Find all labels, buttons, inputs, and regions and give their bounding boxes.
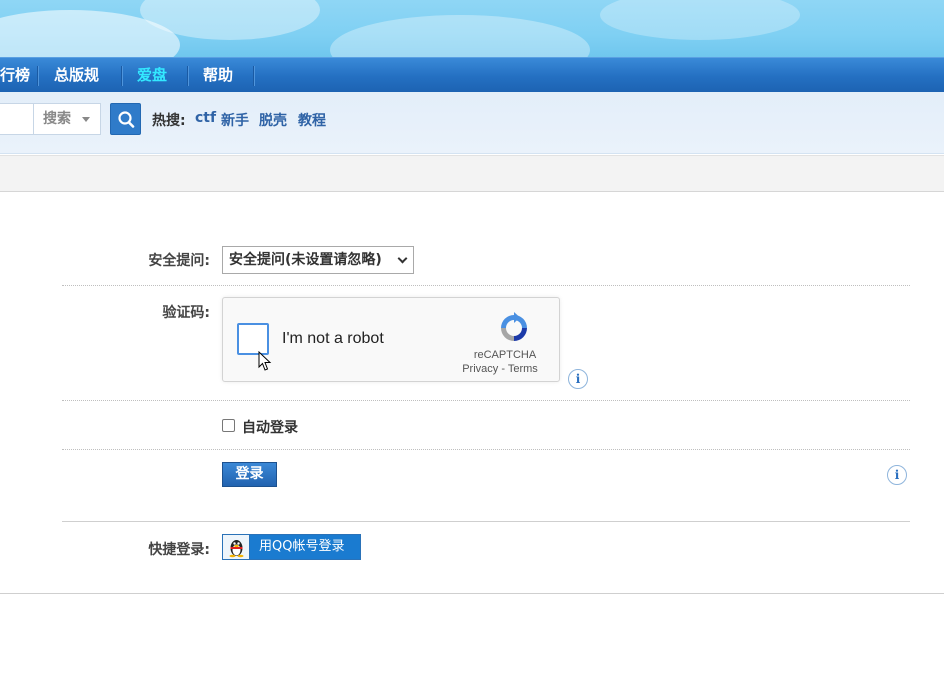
search-type-label: 搜索 <box>43 111 71 127</box>
nav-item-leaderboard[interactable]: 行榜 <box>0 58 30 93</box>
recaptcha-widget: I'm not a robot reCAPTCHA Privacy - Term… <box>222 297 560 382</box>
qq-penguin-icon <box>223 535 250 559</box>
caret-down-icon <box>82 117 90 122</box>
cloud-decoration <box>600 0 800 40</box>
security-question-value: 安全提问(未设置请忽略) <box>229 252 382 268</box>
qq-login-label: 用QQ帐号登录 <box>259 539 345 554</box>
search-bar: 搜索 热搜: ctf 新手 脱壳 教程 <box>0 92 944 154</box>
hot-search-link[interactable]: ctf <box>195 110 216 126</box>
nav-separator <box>121 66 122 86</box>
hot-search-link[interactable]: 脱壳 <box>259 110 287 130</box>
hot-search-link[interactable]: 教程 <box>298 110 326 130</box>
hot-search-label: 热搜: <box>152 113 186 129</box>
info-icon[interactable]: i <box>568 369 588 389</box>
security-question-label: 安全提问: <box>148 253 210 269</box>
footer-divider <box>0 593 944 594</box>
row-divider <box>62 400 910 401</box>
recaptcha-terms-link[interactable]: Terms <box>508 363 538 375</box>
login-button[interactable]: 登录 <box>222 462 277 487</box>
search-icon <box>118 111 135 128</box>
nav-item-rules[interactable]: 总版规 <box>54 58 99 93</box>
cloud-decoration <box>330 15 590 58</box>
auto-login-label[interactable]: 自动登录 <box>242 417 298 437</box>
nav-separator <box>187 66 188 86</box>
captcha-label: 验证码: <box>162 305 210 321</box>
nav-separator <box>37 66 38 86</box>
nav-item-aipan[interactable]: 爱盘 <box>137 58 167 93</box>
recaptcha-brand: reCAPTCHA <box>473 349 537 361</box>
recaptcha-logo-icon <box>501 312 527 341</box>
recaptcha-text: I'm not a robot <box>282 330 384 347</box>
nav-separator <box>253 66 254 86</box>
search-input[interactable] <box>0 103 34 135</box>
section-header-bar <box>0 155 944 192</box>
main-nav: 行榜 总版规 爱盘 帮助 <box>0 57 944 92</box>
recaptcha-link-separator: - <box>498 363 508 375</box>
search-button[interactable] <box>110 103 141 135</box>
security-question-select[interactable]: 安全提问(未设置请忽略) <box>222 246 414 274</box>
recaptcha-privacy-link[interactable]: Privacy <box>462 363 498 375</box>
info-icon[interactable]: i <box>887 465 907 485</box>
qq-login-button[interactable]: 用QQ帐号登录 <box>222 534 361 560</box>
auto-login-checkbox[interactable] <box>222 419 235 432</box>
nav-item-help[interactable]: 帮助 <box>203 58 233 93</box>
quick-login-label: 快捷登录: <box>148 542 210 558</box>
row-divider <box>62 449 910 450</box>
header-banner <box>0 0 944 58</box>
chevron-down-icon <box>397 253 408 264</box>
mouse-cursor-icon <box>258 351 272 371</box>
recaptcha-links: Privacy - Terms <box>455 363 545 375</box>
hot-search-link[interactable]: 新手 <box>221 110 249 130</box>
row-divider <box>62 285 910 286</box>
search-type-select[interactable]: 搜索 <box>33 103 101 135</box>
section-divider <box>62 521 910 522</box>
